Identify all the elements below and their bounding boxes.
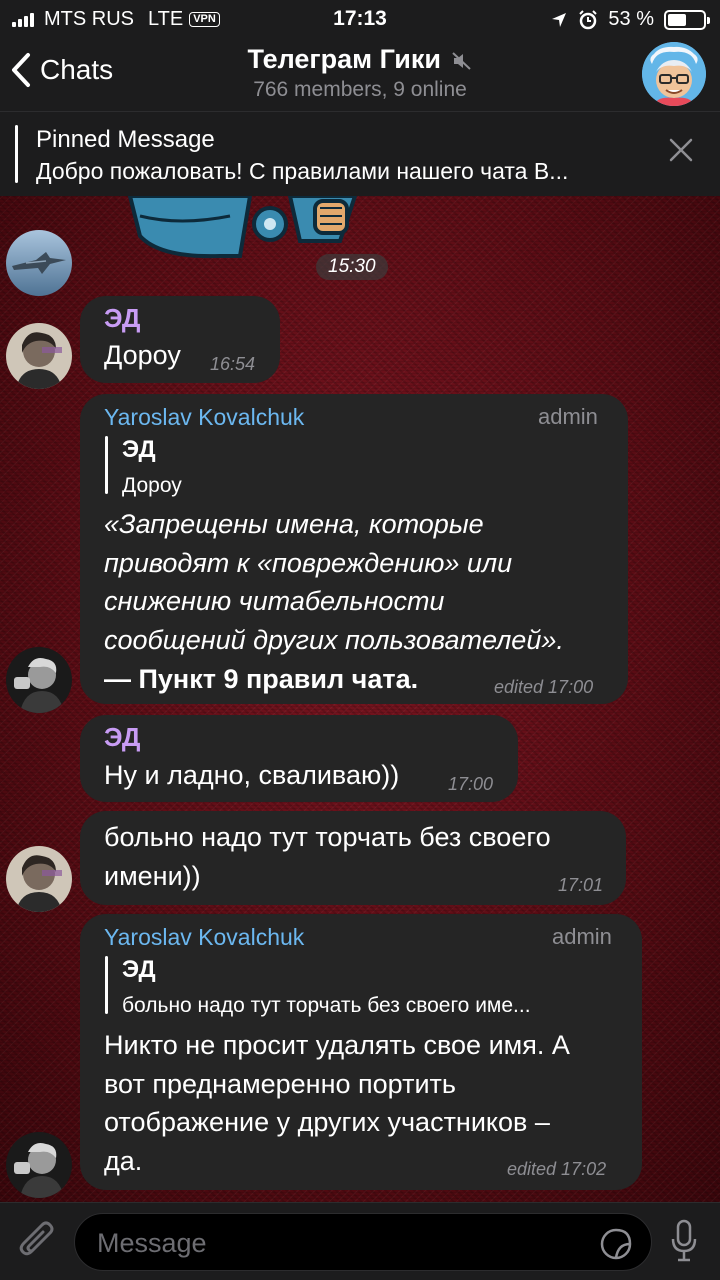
battery-percent: 53 % bbox=[608, 8, 654, 30]
message-time: 16:54 bbox=[210, 354, 256, 374]
admin-badge: admin bbox=[552, 924, 612, 949]
message-text: Ну и ладно, сваливаю)) bbox=[104, 760, 400, 790]
avatar[interactable] bbox=[6, 846, 72, 912]
pinned-bar bbox=[15, 125, 18, 183]
chat-title[interactable]: Телеграм Гики bbox=[0, 44, 720, 75]
input-bar: Message bbox=[0, 1202, 720, 1280]
sticker-icon[interactable] bbox=[599, 1227, 633, 1261]
chat-title-text: Телеграм Гики bbox=[247, 44, 442, 74]
avatar[interactable] bbox=[6, 323, 72, 389]
chat-background: 15:30 ЭД Дороу 16:54 Yaroslav Kovalchuk … bbox=[0, 196, 720, 1202]
sender-name[interactable]: ЭД bbox=[104, 722, 140, 753]
reply-quote-text[interactable]: больно надо тут торчать без своего име..… bbox=[122, 994, 531, 1018]
reply-quote-bar bbox=[105, 956, 108, 1014]
reply-quote-name[interactable]: ЭД bbox=[122, 956, 156, 984]
status-right: 53 % bbox=[550, 8, 710, 31]
chat-subtitle: 766 members, 9 online bbox=[253, 78, 467, 101]
sender-name[interactable]: Yaroslav Kovalchuk bbox=[104, 924, 304, 951]
chat-header: Chats Телеграм Гики 766 members, 9 onlin… bbox=[0, 36, 720, 112]
message-line: больно надо тут торчать без своего bbox=[104, 822, 551, 852]
message-time: edited 17:00 bbox=[494, 677, 594, 697]
sender-name[interactable]: Yaroslav Kovalchuk bbox=[104, 404, 304, 431]
message-time: 17:01 bbox=[558, 875, 604, 895]
avatar[interactable] bbox=[6, 230, 72, 296]
group-avatar[interactable] bbox=[642, 42, 706, 106]
admin-badge: admin bbox=[538, 404, 598, 429]
microphone-icon[interactable] bbox=[670, 1219, 698, 1263]
attach-icon[interactable] bbox=[18, 1221, 58, 1263]
reply-quote-text[interactable]: Дороу bbox=[122, 474, 182, 498]
location-icon bbox=[552, 12, 567, 27]
pinned-title: Pinned Message bbox=[36, 126, 215, 153]
message-line: «Запрещены имена, которые bbox=[104, 509, 484, 539]
message-line: имени)) bbox=[104, 861, 201, 891]
message-time: edited 17:02 bbox=[507, 1159, 607, 1179]
sender-name[interactable]: ЭД bbox=[104, 303, 140, 334]
message-line: снижению читабельности bbox=[104, 586, 445, 616]
avatar[interactable] bbox=[6, 1132, 72, 1198]
muted-icon bbox=[451, 52, 471, 70]
reply-quote-name[interactable]: ЭД bbox=[122, 436, 156, 464]
message-line: приводят к «повреждению» или bbox=[104, 548, 513, 578]
message-line: Никто не просит удалять свое имя. А bbox=[104, 1030, 570, 1060]
reply-quote-bar bbox=[105, 436, 108, 494]
message-line: отображение у других участников – bbox=[104, 1107, 550, 1137]
message-line: вот преднамеренно портить bbox=[104, 1069, 456, 1099]
close-icon[interactable] bbox=[668, 137, 694, 163]
message-input-placeholder: Message bbox=[97, 1228, 207, 1258]
message-text: Дороу bbox=[104, 340, 181, 370]
pinned-message[interactable]: Pinned Message Добро пожаловать! С прави… bbox=[0, 113, 720, 196]
battery-icon bbox=[664, 9, 710, 30]
avatar[interactable] bbox=[6, 647, 72, 713]
message-time: 17:00 bbox=[448, 774, 494, 794]
message-line: сообщений других пользователей». bbox=[104, 625, 564, 655]
pinned-text: Добро пожаловать! С правилами нашего чат… bbox=[36, 158, 569, 184]
message-input[interactable]: Message bbox=[74, 1213, 652, 1271]
sticker-time: 15:30 bbox=[316, 254, 388, 280]
status-bar: MTS RUS LTE VPN 17:13 53 % bbox=[0, 0, 720, 36]
battery-fill bbox=[668, 13, 687, 26]
alarm-icon bbox=[579, 9, 598, 29]
message-line: да. bbox=[104, 1146, 143, 1176]
message-line-bold: — Пункт 9 правил чата. bbox=[104, 664, 419, 694]
